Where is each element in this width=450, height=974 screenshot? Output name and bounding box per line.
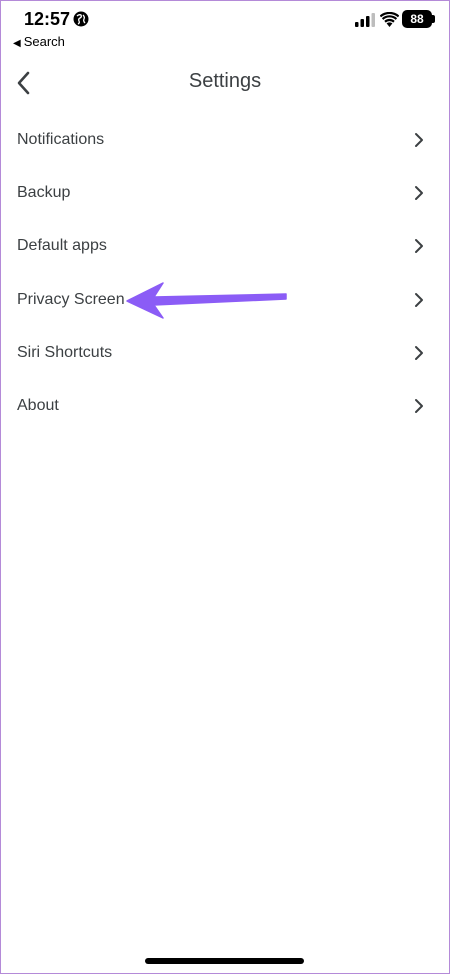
settings-item-label: Privacy Screen <box>17 290 125 308</box>
home-indicator[interactable] <box>145 958 304 964</box>
settings-item-label: Default apps <box>17 237 107 255</box>
settings-list: Notifications Backup Default apps Privac… <box>0 113 450 433</box>
chevron-right-icon <box>415 345 423 360</box>
settings-item-siri-shortcuts[interactable]: Siri Shortcuts <box>0 326 450 379</box>
battery-nub <box>432 15 435 23</box>
settings-item-label: Notifications <box>17 130 105 148</box>
annotation-arrow-icon <box>126 282 287 319</box>
settings-item-notifications[interactable]: Notifications <box>0 113 450 166</box>
settings-item-backup[interactable]: Backup <box>0 166 450 219</box>
status-bar: 12:57 ◀ Search 88 <box>0 0 450 54</box>
back-to-search-link[interactable]: ◀ Search <box>13 34 65 49</box>
chevron-right-icon <box>415 239 423 254</box>
back-triangle-icon: ◀ <box>13 38 21 49</box>
wifi-icon <box>380 12 399 27</box>
settings-item-label: Siri Shortcuts <box>17 343 113 361</box>
status-time: 12:57 <box>24 9 71 29</box>
back-app-label: Search <box>23 34 65 49</box>
settings-item-about[interactable]: About <box>0 379 450 432</box>
signal-icon <box>355 13 375 27</box>
chevron-right-icon <box>415 132 423 147</box>
settings-item-default-apps[interactable]: Default apps <box>0 220 450 273</box>
settings-item-label: About <box>17 397 59 415</box>
settings-item-label: Backup <box>17 183 71 201</box>
page-title: Settings <box>188 70 262 92</box>
chevron-right-icon <box>415 292 423 307</box>
chevron-right-icon <box>415 399 423 414</box>
battery-icon: 88 <box>402 10 432 28</box>
globe-icon <box>73 11 89 27</box>
chevron-right-icon <box>415 185 423 200</box>
